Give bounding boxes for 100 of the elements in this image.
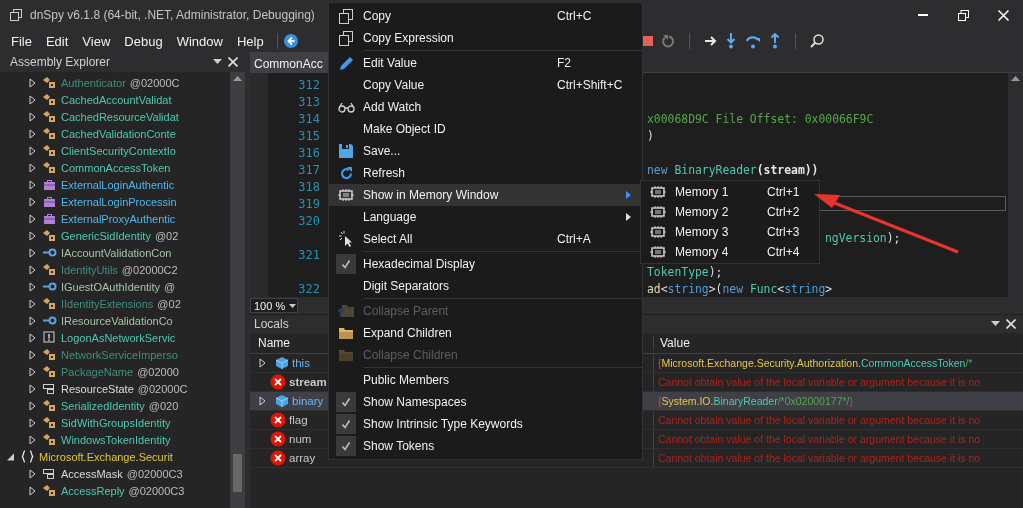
menu-item[interactable]: Select All Ctrl+A — [329, 228, 642, 250]
menu-item[interactable]: Memory 2 Ctrl+2 — [641, 202, 819, 222]
scroll-up-icon[interactable] — [233, 76, 243, 81]
dropdown-caret-icon[interactable] — [988, 321, 1003, 327]
expander-icon[interactable] — [28, 332, 37, 343]
menu-item[interactable]: Edit — [38, 33, 76, 49]
menu-item[interactable]: Language — [329, 206, 642, 228]
expander-icon[interactable] — [28, 264, 37, 275]
dropdown-caret-icon[interactable] — [210, 59, 225, 65]
step-over-icon[interactable] — [744, 33, 761, 49]
expander-icon[interactable] — [28, 400, 37, 411]
tree-item[interactable]: SidWithGroupsIdentity — [61, 416, 171, 429]
expander-icon[interactable] — [28, 468, 37, 479]
expander-icon[interactable] — [28, 366, 37, 377]
tree-item[interactable]: WindowsTokenIdentity — [61, 433, 171, 446]
tree-item[interactable]: GenericSidIdentity — [61, 229, 151, 242]
expander-icon[interactable] — [28, 145, 37, 156]
expander-icon[interactable] — [28, 281, 37, 292]
tree-item[interactable]: CommonAccessToken — [61, 161, 171, 174]
expander-icon[interactable] — [28, 162, 37, 173]
expander-icon[interactable] — [28, 94, 37, 105]
scrollbar[interactable] — [230, 72, 245, 508]
tree-item[interactable]: AccessReply — [61, 484, 125, 497]
menu-item[interactable]: Memory 4 Ctrl+4 — [641, 242, 819, 262]
document-tab[interactable]: CommonAcc — [250, 52, 330, 72]
menu-item[interactable]: Copy Ctrl+C — [329, 5, 642, 27]
menu-item[interactable]: Show in Memory Window — [329, 184, 642, 206]
tree-item[interactable]: ResourceState — [61, 382, 134, 395]
expander-icon[interactable] — [28, 417, 37, 428]
tree-item[interactable]: AccessMask — [61, 467, 123, 480]
expander-icon[interactable] — [28, 434, 37, 445]
menu-item[interactable]: Save... — [329, 140, 642, 162]
expander-icon[interactable] — [28, 213, 37, 224]
tree-item[interactable]: IGuestOAuthIdentity — [61, 280, 161, 293]
tree-item[interactable]: SerializedIdentity — [61, 399, 145, 412]
tree-item[interactable]: ExternalProxyAuthentic — [61, 212, 176, 225]
tree-item[interactable]: IAccountValidationCon — [61, 246, 172, 259]
zoom-dropdown[interactable]: 100 % — [250, 298, 298, 313]
expander-icon[interactable] — [28, 77, 37, 88]
tree-item[interactable]: Microsoft.Exchange.Securit — [39, 450, 173, 463]
tree-item[interactable]: Authenticator — [61, 76, 126, 89]
column-header[interactable]: Value — [653, 336, 1023, 350]
tree-item[interactable]: IIdentityExtensions — [61, 297, 154, 310]
menu-item[interactable]: Copy Expression — [329, 27, 642, 49]
stop-icon[interactable] — [642, 36, 653, 46]
scrollbar-thumb[interactable] — [233, 454, 243, 492]
tree-item[interactable]: CachedValidationConte — [61, 127, 176, 140]
menu-item[interactable]: Edit Value F2 — [329, 52, 642, 74]
expander-icon[interactable] — [258, 358, 267, 368]
tree-item[interactable]: LogonAsNetworkServic — [61, 331, 176, 344]
menu-item[interactable]: Debug — [117, 33, 170, 49]
expander-icon[interactable] — [28, 247, 37, 258]
menu-item[interactable]: Add Watch — [329, 96, 642, 118]
tree-item[interactable]: CachedAccountValidat — [61, 93, 172, 106]
tree-item[interactable]: IdentityUtils — [61, 263, 118, 276]
expander-icon[interactable] — [28, 111, 37, 122]
step-into-icon[interactable] — [724, 33, 737, 49]
back-icon[interactable] — [283, 34, 298, 48]
menu-item[interactable]: Refresh — [329, 162, 642, 184]
tree-item[interactable]: NetworkServiceImperso — [61, 348, 178, 361]
menu-item[interactable]: Digit Separators — [329, 275, 642, 297]
menu-item[interactable]: Expand Children — [329, 322, 642, 344]
menu-item[interactable]: File — [4, 33, 39, 49]
expander-icon[interactable] — [258, 396, 267, 406]
tree-item[interactable]: PackageName — [61, 365, 134, 378]
tree-item[interactable]: ExternalLoginAuthentic — [61, 178, 175, 191]
menu-item[interactable]: Hexadecimal Display — [329, 253, 642, 275]
search-icon[interactable] — [809, 34, 824, 48]
menu-item[interactable]: Copy Value Ctrl+Shift+C — [329, 74, 642, 96]
restart-icon[interactable] — [660, 34, 675, 48]
tree-item[interactable]: ClientSecurityContextIo — [61, 144, 176, 157]
tree-item[interactable]: CachedResourceValidat — [61, 110, 179, 123]
expander-icon[interactable] — [28, 128, 37, 139]
menu-item[interactable]: Help — [229, 33, 271, 49]
tree-item[interactable]: ExternalLoginProcessin — [61, 195, 177, 208]
menu-item[interactable]: Memory 3 Ctrl+3 — [641, 222, 819, 242]
menu-item[interactable]: Show Namespaces — [329, 391, 642, 413]
expander-icon[interactable] — [28, 485, 37, 496]
expander-icon[interactable] — [28, 383, 37, 394]
expander-icon[interactable] — [6, 451, 15, 462]
menu-item[interactable]: Public Members — [329, 369, 642, 391]
menu-item[interactable]: Make Object ID — [329, 118, 642, 140]
expander-icon[interactable] — [28, 349, 37, 360]
tree-item[interactable]: IResourceValidationCo — [61, 314, 173, 327]
arrow-right-icon[interactable] — [703, 35, 717, 47]
menu-item[interactable]: Window — [169, 33, 230, 49]
step-out-icon[interactable] — [768, 33, 781, 49]
expander-icon[interactable] — [28, 179, 37, 190]
expander-icon[interactable] — [28, 315, 37, 326]
expander-icon[interactable] — [28, 196, 37, 207]
menu-item[interactable]: Show Tokens — [329, 435, 642, 457]
scroll-up-icon[interactable] — [1011, 76, 1020, 81]
close-button[interactable] — [1003, 319, 1019, 329]
scrollbar[interactable] — [1008, 73, 1023, 297]
close-button[interactable] — [225, 57, 241, 67]
menu-item[interactable]: Memory 1 Ctrl+1 — [641, 182, 819, 202]
expander-icon[interactable] — [28, 298, 37, 309]
menu-item[interactable]: Show Intrinsic Type Keywords — [329, 413, 642, 435]
menu-item[interactable]: View — [75, 33, 118, 49]
expander-icon[interactable] — [28, 230, 37, 241]
